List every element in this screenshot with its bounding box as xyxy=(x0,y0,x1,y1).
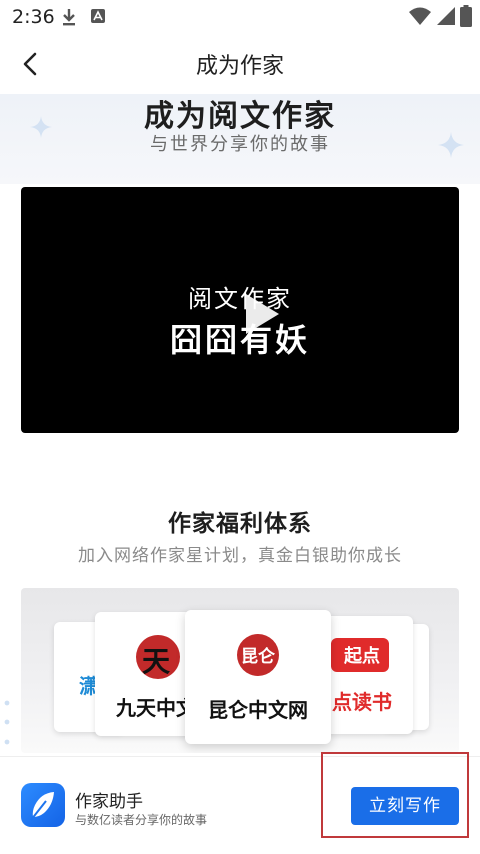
wifi-icon xyxy=(409,7,431,25)
intro-video[interactable]: 阅文作家 囧囧有妖 xyxy=(21,187,459,433)
sparkle-icon xyxy=(438,132,464,158)
video-caption-line2: 囧囧有妖 xyxy=(169,321,310,359)
play-icon[interactable] xyxy=(242,291,282,337)
app-name: 作家助手 xyxy=(75,792,143,812)
status-time: 2:36 xyxy=(12,6,55,28)
benefits-title: 作家福利体系 xyxy=(168,511,312,537)
highlight-box xyxy=(321,752,469,838)
download-icon xyxy=(63,9,75,26)
app-bar: 成为作家 xyxy=(0,34,480,94)
benefits-subtitle: 加入网络作家星计划，真金白银助你成长 xyxy=(78,546,402,566)
sparkle-icon xyxy=(30,116,52,138)
writer-assistant-app-icon xyxy=(21,783,65,827)
feather-icon xyxy=(30,792,54,821)
partner-logo-glyph: 昆仑 xyxy=(241,647,275,667)
signal-icon xyxy=(437,7,455,25)
app-notification-icon xyxy=(91,9,105,23)
hero-banner: 成为阅文作家 与世界分享你的故事 xyxy=(0,94,480,184)
partner-card-active[interactable]: 昆仑 昆仑中文网 xyxy=(185,610,331,744)
status-bar: 2:36 xyxy=(0,0,480,34)
hero-title: 成为阅文作家 xyxy=(144,99,336,134)
partner-carousel[interactable]: 潇 天 九天中文 起点 点读书 昆仑 昆仑中文网 xyxy=(21,588,459,753)
decor-dots xyxy=(4,700,10,745)
partner-name: 昆仑中文网 xyxy=(208,698,308,722)
battery-icon xyxy=(460,5,472,27)
page-title: 成为作家 xyxy=(195,54,284,79)
app-description: 与数亿读者分享你的故事 xyxy=(75,813,208,827)
hero-subtitle: 与世界分享你的故事 xyxy=(150,134,330,155)
video-caption-line1: 阅文作家 xyxy=(188,285,292,313)
